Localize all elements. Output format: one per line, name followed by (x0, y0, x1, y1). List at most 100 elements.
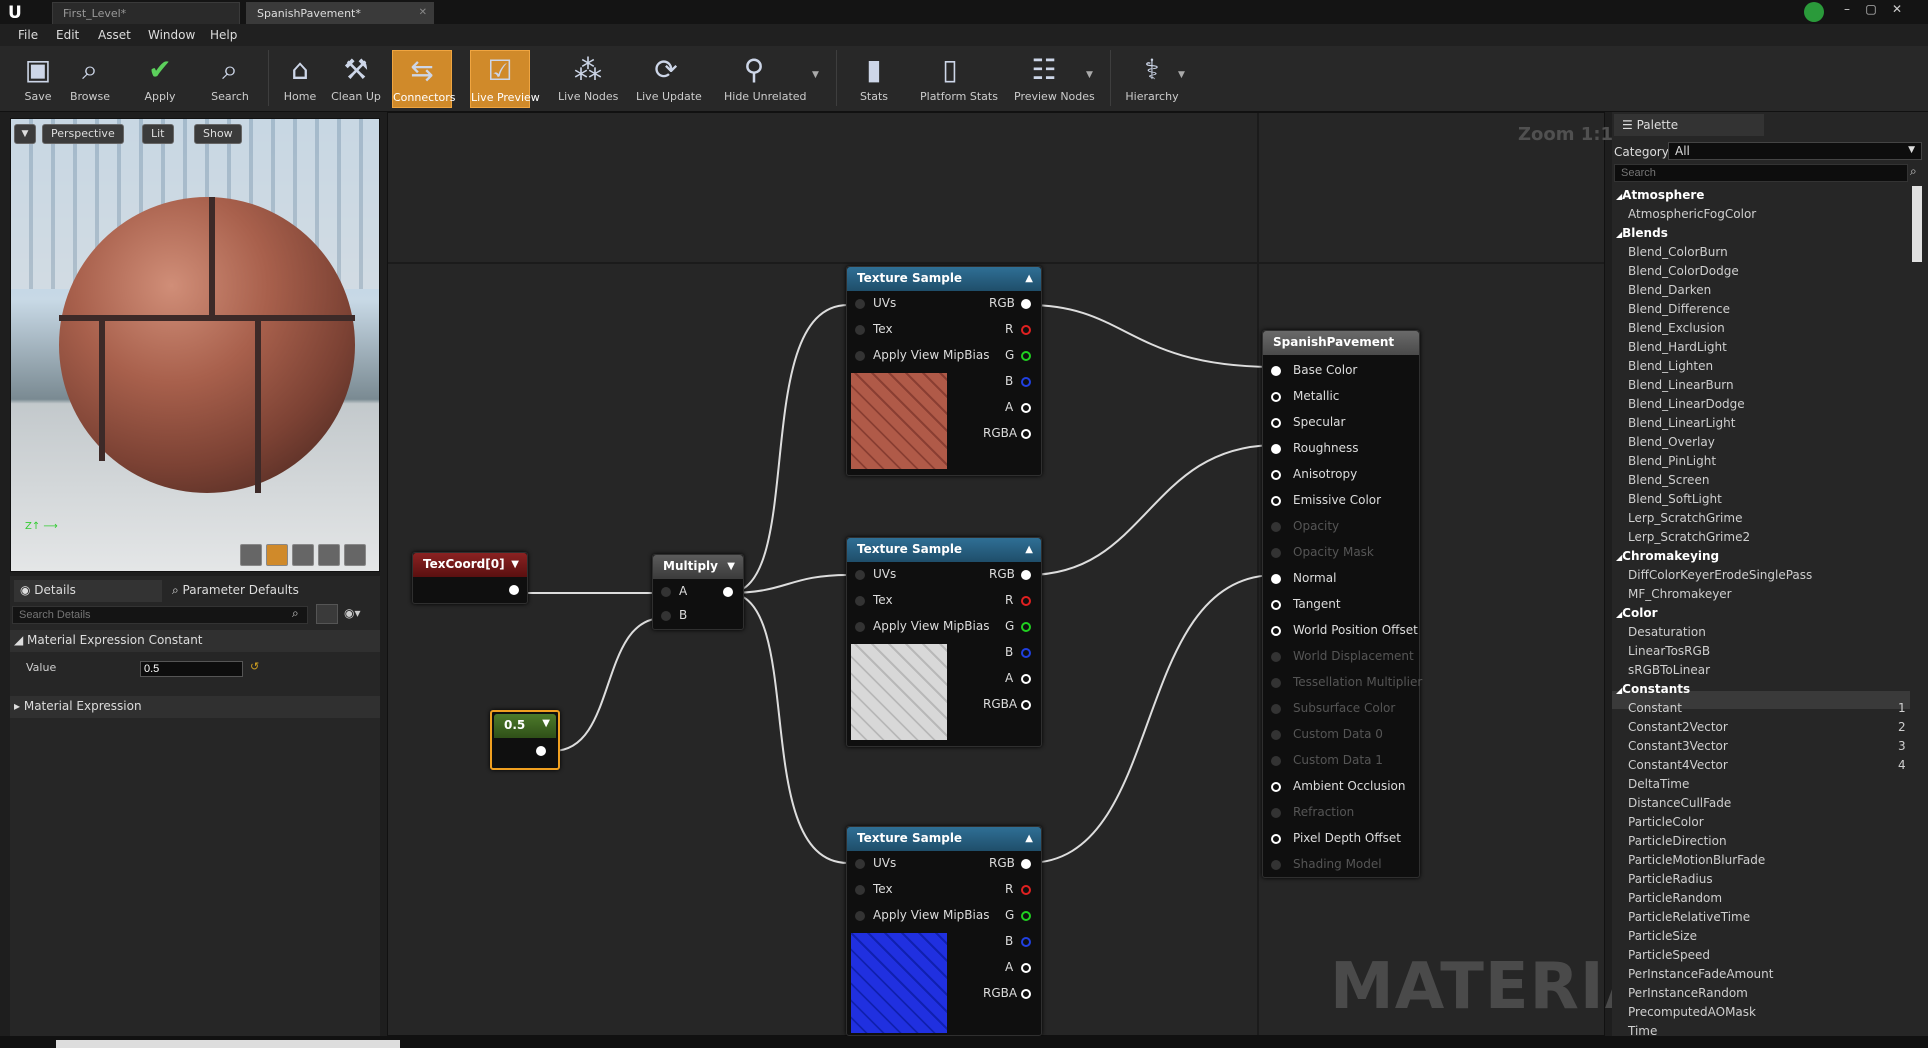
apply-button[interactable]: ✔ Apply (130, 50, 190, 108)
b-pin[interactable] (1021, 937, 1031, 947)
result-input-pin[interactable] (1271, 574, 1281, 584)
g-pin[interactable] (1021, 622, 1031, 632)
section-material-expression[interactable]: ▸ Material Expression (10, 696, 380, 718)
palette-item[interactable]: Blend_LinearLight (1628, 416, 1735, 430)
uvs-pin[interactable] (855, 299, 865, 309)
collapse-icon[interactable]: ▲ (1025, 544, 1033, 555)
hierarchy-button[interactable]: ⚕ Hierarchy (1122, 50, 1182, 108)
cube-preview-icon[interactable] (318, 544, 340, 566)
palette-item[interactable]: ParticleDirection (1628, 834, 1727, 848)
reset-icon[interactable]: ↺ (250, 660, 259, 673)
clean-up-button[interactable]: ⚒ Clean Up (326, 50, 386, 108)
result-input-pin[interactable] (1271, 418, 1281, 428)
r-pin[interactable] (1021, 885, 1031, 895)
palette-item[interactable]: PrecomputedAOMask (1628, 1005, 1756, 1019)
rgba-pin[interactable] (1021, 700, 1031, 710)
tab-spanish-pavement[interactable]: SpanishPavement* ✕ (246, 2, 434, 24)
palette-item[interactable]: Blend_LinearBurn (1628, 378, 1734, 392)
save-button[interactable]: ▣ Save (8, 50, 68, 108)
palette-item[interactable]: Blend_SoftLight (1628, 492, 1722, 506)
texture-sample-node-1[interactable]: Texture Sample ▲ UVs Tex Apply View MipBi… (846, 266, 1042, 476)
b-pin[interactable] (1021, 648, 1031, 658)
status-icon[interactable] (1804, 2, 1824, 22)
palette-item[interactable]: MF_Chromakeyer (1628, 587, 1732, 601)
palette-search-input[interactable] (1614, 164, 1908, 182)
a-pin[interactable] (1021, 403, 1031, 413)
g-pin[interactable] (1021, 351, 1031, 361)
texture-sample-node-3[interactable]: Texture Sample ▲ UVs Tex Apply View MipBi… (846, 826, 1042, 1036)
category-select[interactable]: All ▼ (1668, 142, 1922, 160)
stats-button[interactable]: ▮ Stats (844, 50, 904, 108)
palette-category[interactable]: ◢Blends (1616, 226, 1668, 240)
palette-item[interactable]: Blend_Screen (1628, 473, 1709, 487)
preview-viewport[interactable]: Z↑ ⟶ (10, 118, 380, 572)
palette-item[interactable]: Blend_Lighten (1628, 359, 1713, 373)
palette-item[interactable]: PerInstanceRandom (1628, 986, 1748, 1000)
live-preview-button[interactable]: ☑ Live Preview (470, 50, 540, 108)
uvs-pin[interactable] (855, 570, 865, 580)
live-nodes-button[interactable]: ⁂ Live Nodes (558, 50, 618, 108)
a-pin[interactable] (1021, 963, 1031, 973)
palette-item[interactable]: Blend_PinLight (1628, 454, 1716, 468)
palette-item[interactable]: Constant (1628, 701, 1682, 715)
palette-item[interactable]: Blend_ColorBurn (1628, 245, 1728, 259)
input-pin-b[interactable] (661, 611, 671, 621)
palette-category[interactable]: ◢Atmosphere (1616, 188, 1704, 202)
output-pin[interactable] (723, 587, 733, 597)
a-pin[interactable] (1021, 674, 1031, 684)
r-pin[interactable] (1021, 325, 1031, 335)
value-input[interactable] (140, 661, 243, 677)
result-input-pin[interactable] (1271, 834, 1281, 844)
rgb-pin[interactable] (1021, 859, 1031, 869)
palette-item[interactable]: DistanceCullFade (1628, 796, 1731, 810)
collapse-icon[interactable]: ▼ (727, 561, 735, 572)
mipbias-pin[interactable] (855, 911, 865, 921)
preview-nodes-dropdown-icon[interactable]: ▼ (1086, 70, 1093, 80)
search-details-input[interactable] (12, 606, 308, 624)
palette-item[interactable]: Blend_Darken (1628, 283, 1711, 297)
palette-item[interactable]: Lerp_ScratchGrime2 (1628, 530, 1750, 544)
g-pin[interactable] (1021, 911, 1031, 921)
close-window-icon[interactable]: ✕ (1888, 2, 1906, 16)
palette-item[interactable]: Blend_HardLight (1628, 340, 1727, 354)
live-update-button[interactable]: ⟳ Live Update (636, 50, 702, 108)
palette-item[interactable]: AtmosphericFogColor (1628, 207, 1756, 221)
menu-edit[interactable]: Edit (56, 28, 79, 42)
connectors-button[interactable]: ⇆ Connectors (392, 50, 455, 108)
palette-item[interactable]: ParticleRadius (1628, 872, 1713, 886)
palette-item[interactable]: Desaturation (1628, 625, 1706, 639)
palette-item[interactable]: LinearTosRGB (1628, 644, 1710, 658)
plane-preview-icon[interactable] (292, 544, 314, 566)
eye-icon[interactable]: ◉▾ (344, 606, 361, 620)
palette-category[interactable]: ◢Constants (1616, 682, 1690, 696)
home-button[interactable]: ⌂ Home (270, 50, 330, 108)
mipbias-pin[interactable] (855, 351, 865, 361)
browse-button[interactable]: ⌕ Browse (60, 50, 120, 108)
result-input-pin[interactable] (1271, 392, 1281, 402)
sphere-preview-icon[interactable] (266, 544, 288, 566)
palette-item[interactable]: DeltaTime (1628, 777, 1689, 791)
menu-file[interactable]: File (18, 28, 38, 42)
constant-node[interactable]: 0.5 ▼ (490, 710, 560, 770)
palette-item[interactable]: ParticleMotionBlurFade (1628, 853, 1765, 867)
tab-first-level[interactable]: First_Level* (52, 2, 240, 24)
viewport-options-dropdown-icon[interactable]: ▼ (14, 124, 36, 144)
show-button[interactable]: Show (194, 124, 242, 144)
menu-window[interactable]: Window (148, 28, 195, 42)
tab-details[interactable]: ◉ Details (14, 580, 162, 602)
palette-item[interactable]: PerInstanceFadeAmount (1628, 967, 1773, 981)
rgba-pin[interactable] (1021, 429, 1031, 439)
palette-item[interactable]: DiffColorKeyerErodeSinglePass (1628, 568, 1812, 582)
palette-item[interactable]: Constant2Vector (1628, 720, 1728, 734)
palette-item[interactable]: Constant3Vector (1628, 739, 1728, 753)
horizontal-scrollbar[interactable] (56, 1040, 400, 1048)
result-input-pin[interactable] (1271, 496, 1281, 506)
result-node-spanish-pavement[interactable]: SpanishPavement Base Color Metallic Specul… (1262, 330, 1422, 878)
search-button[interactable]: ⌕ Search (200, 50, 260, 108)
tex-pin[interactable] (855, 596, 865, 606)
palette-item[interactable]: ParticleRandom (1628, 891, 1722, 905)
maximize-icon[interactable]: ▢ (1862, 2, 1880, 16)
palette-item[interactable]: Constant4Vector (1628, 758, 1728, 772)
collapse-icon[interactable]: ▲ (1025, 833, 1033, 844)
section-material-expression-constant[interactable]: ◢ Material Expression Constant (10, 630, 380, 652)
